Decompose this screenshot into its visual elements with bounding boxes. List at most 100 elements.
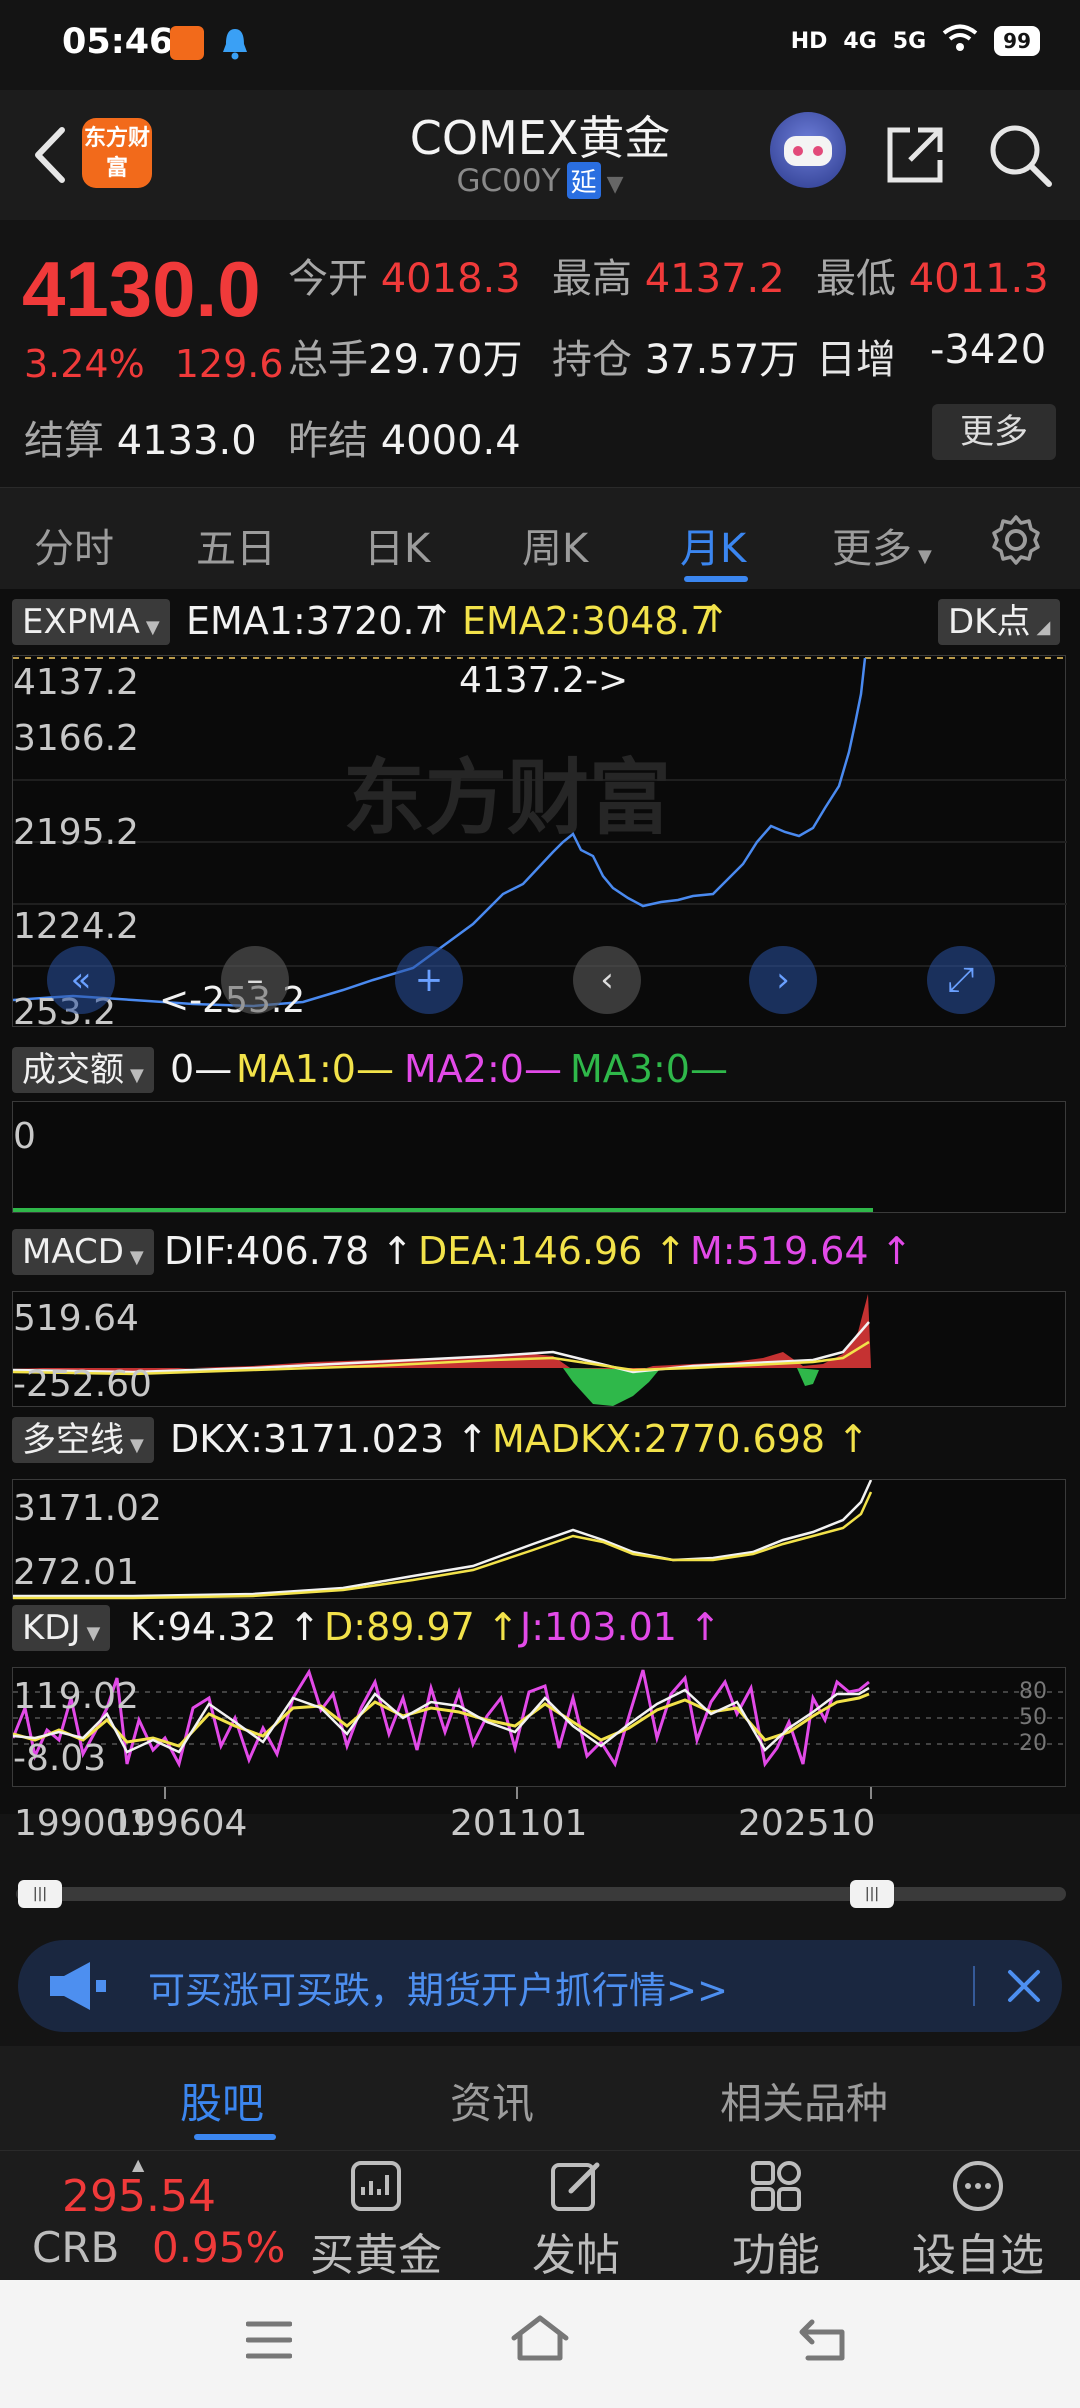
crb-name[interactable]: CRB (32, 2223, 119, 2272)
tab-daily-k[interactable]: 日K (364, 516, 430, 574)
banner-text: 可买涨可买跌，期货开户抓行情>> (148, 1969, 729, 2012)
expma-label: EXPMA (22, 602, 140, 642)
corner-icon: ◢ (1036, 617, 1051, 638)
volume-current-value: 0 (170, 1047, 195, 1091)
ema1-value: EMA1:3720.7 (186, 599, 439, 643)
chevron-right-icon[interactable]: › (749, 946, 817, 1014)
crb-price[interactable]: 295.54 (62, 2171, 216, 2222)
open-interest-field: 持仓 37.57万 (552, 327, 799, 385)
dropdown-icon: ▼ (129, 1247, 144, 1268)
ma3-item: MA3:0— (570, 1047, 728, 1091)
volume-panel[interactable]: 0 (12, 1101, 1066, 1213)
y-tick-3: 2195.2 (13, 812, 139, 853)
dkx-panel[interactable]: 3171.02 272.01 (12, 1479, 1066, 1600)
buy-gold-label: 买黄金 (310, 2230, 442, 2281)
macd-panel[interactable]: 519.64 -252.60 (12, 1291, 1066, 1407)
status-bar: 05:46 HD 4G 5G 99 (0, 0, 1080, 90)
x-tick-201101: 201101 (450, 1803, 588, 1844)
tab-related-products[interactable]: 相关品种 (720, 2070, 888, 2131)
macd-m: M:519.64 ↑ (690, 1229, 913, 1273)
watermark: 东方财富 (343, 751, 671, 846)
tab-stock-bar[interactable]: 股吧 (180, 2070, 264, 2131)
high-label: 最高 (552, 256, 632, 302)
grid-icon (751, 2161, 801, 2211)
dkx-value: DKX:3171.023 (170, 1417, 445, 1461)
dk-point-button[interactable]: DK点 ◢ (938, 599, 1061, 645)
kdj-indicator-selector[interactable]: KDJ ▼ (12, 1605, 111, 1651)
tab-more[interactable]: 更多 ▼ (832, 516, 932, 574)
home-icon[interactable] (508, 2314, 572, 2368)
menu-icon[interactable] (245, 2320, 293, 2364)
x-tick-mark-3 (870, 1787, 872, 1799)
signal-5g-icon: 5G (892, 28, 927, 54)
price-panel[interactable]: 东方财富 4137.2-> <-253.2 4137.2 3166.2 2195… (12, 655, 1067, 1033)
fullscreen-icon[interactable]: ⤢ (927, 946, 995, 1014)
expma-indicator-selector[interactable]: EXPMA ▼ (12, 599, 170, 645)
active-content-tab-indicator (194, 2134, 276, 2140)
x-tick-202510: 202510 (738, 1803, 876, 1844)
search-icon[interactable] (985, 120, 1055, 190)
macd-indicator-selector[interactable]: MACD ▼ (12, 1229, 154, 1275)
zoom-out-button[interactable]: – (221, 946, 289, 1014)
ma1-item: MA1:0— (236, 1047, 394, 1091)
functions-button[interactable]: 功能 (696, 2151, 856, 2281)
change-percent: 3.24% (24, 342, 145, 386)
range-scrollbar[interactable] (16, 1887, 1066, 1901)
macd-y-tick-bottom: -252.60 (13, 1364, 152, 1405)
price-chart-svg: 东方财富 4137.2-> <-253.2 (13, 657, 1067, 1021)
tab-five-day[interactable]: 五日 (196, 516, 276, 574)
range-handle-right[interactable]: ||| (850, 1880, 894, 1908)
chart-area[interactable]: EXPMA ▼ EMA1:3720.7 ↑ EMA2:3048.7 ↑ DK点 ◢ … (0, 589, 1080, 1844)
contract-code-text: GC00Y (456, 163, 561, 199)
buy-gold-button[interactable]: 买黄金 (296, 2151, 456, 2281)
macd-dea: DEA:146.96 ↑ (418, 1229, 687, 1273)
banner-divider (973, 1966, 975, 2006)
tab-news[interactable]: 资讯 (450, 2070, 534, 2131)
volume-value: 29.70万 (368, 337, 523, 383)
back-nav-icon[interactable] (798, 2316, 850, 2366)
share-icon[interactable] (880, 120, 950, 190)
low-field: 最低 4011.3 (816, 246, 1049, 304)
kdj-level-20: 20 (1019, 1731, 1047, 1756)
ma2-value: MA2:0 (404, 1047, 524, 1091)
kdj-panel[interactable]: 80 50 20 119.02 -8.03 (12, 1667, 1067, 1787)
macd-dea-value: DEA:146.96 (418, 1229, 643, 1273)
dropdown-icon: ▼ (145, 617, 160, 638)
zoom-in-button[interactable]: + (395, 946, 463, 1014)
ema1-arrow-icon: ↑ (422, 597, 454, 641)
prev-settle-label: 昨结 (288, 418, 368, 464)
scroll-far-left-button[interactable]: « (47, 946, 115, 1014)
chevron-left-icon[interactable]: ‹ (573, 946, 641, 1014)
tab-monthly-k[interactable]: 月K (680, 516, 746, 574)
dk-point-label: DK点 (948, 602, 1031, 642)
tab-more-label: 更多 (832, 526, 912, 572)
status-time: 05:46 (62, 22, 174, 62)
quote-panel: 4130.0 3.24% 129.6 今开 4018.3 最高 4137.2 最低… (0, 220, 1080, 485)
tab-weekly-k[interactable]: 周K (522, 516, 588, 574)
tab-intraday[interactable]: 分时 (34, 516, 114, 574)
dropdown-icon: ▼ (130, 1065, 144, 1086)
kdj-level-50: 50 (1019, 1705, 1047, 1730)
post-button[interactable]: 发帖 (496, 2151, 656, 2281)
add-watchlist-button[interactable]: 设自选 (898, 2151, 1058, 2281)
settle-label: 结算 (24, 418, 104, 464)
assistant-robot-icon[interactable] (770, 112, 846, 188)
crb-change[interactable]: 0.95% (152, 2223, 285, 2272)
more-quote-button[interactable]: 更多 (932, 404, 1056, 460)
gear-icon[interactable] (990, 514, 1042, 566)
macd-y-tick-top: 519.64 (13, 1298, 139, 1339)
kdj-j-item: J:103.01 ↑ (520, 1605, 721, 1649)
active-tab-indicator (684, 576, 748, 582)
add-watchlist-label: 设自选 (912, 2230, 1044, 2281)
promo-banner[interactable]: 可买涨可买跌，期货开户抓行情>> (18, 1940, 1062, 2032)
dkx-indicator-selector[interactable]: 多空线 ▼ (12, 1417, 154, 1463)
kdj-j-value: J:103.01 (520, 1605, 677, 1649)
dkx-y-tick-bottom: 272.01 (13, 1552, 139, 1593)
volume-label: 总手 (288, 337, 368, 383)
close-icon[interactable] (996, 1958, 1052, 2014)
macd-negative-bars-2 (797, 1368, 819, 1386)
ma3-value: MA3:0 (570, 1047, 690, 1091)
volume-indicator-selector[interactable]: 成交额 ▼ (12, 1047, 154, 1093)
range-handle-left[interactable]: ||| (18, 1880, 62, 1908)
action-bar: ▲ 295.54 CRB 0.95% 买黄金 发帖 功能 设自选 (0, 2150, 1080, 2281)
